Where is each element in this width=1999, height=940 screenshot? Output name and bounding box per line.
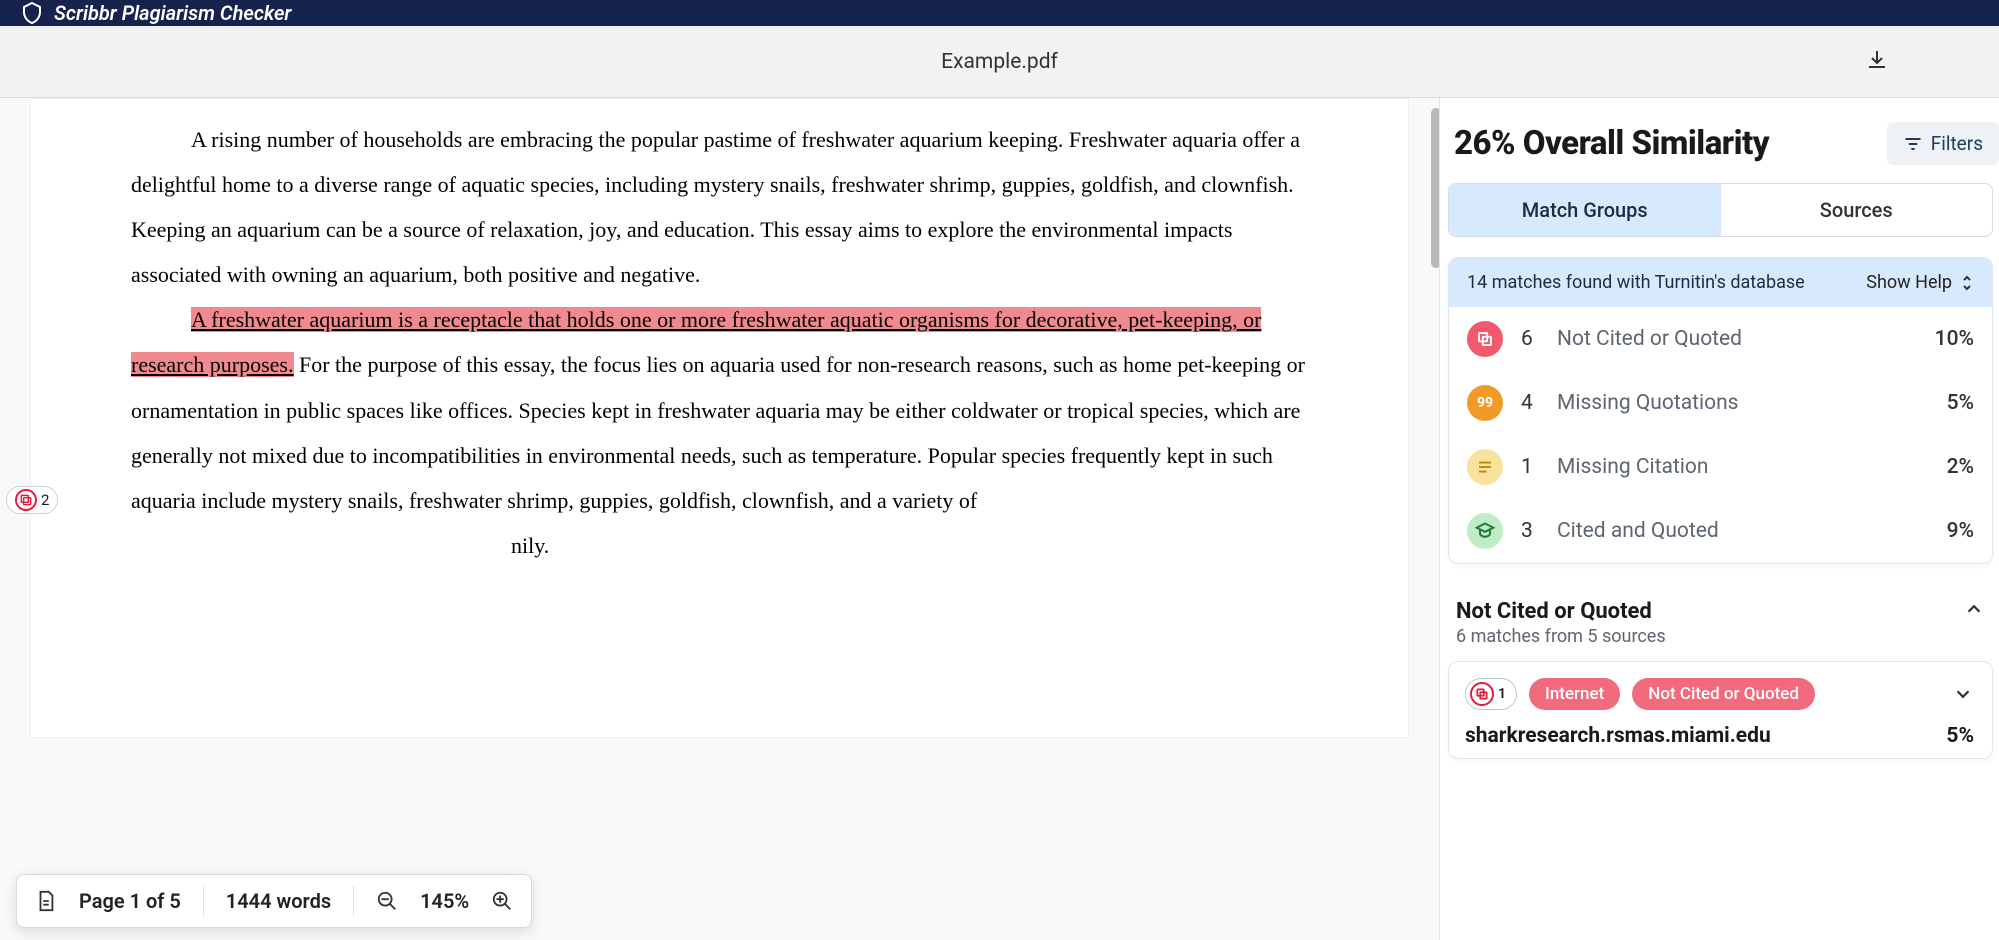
match-badge-number: 2 — [41, 491, 49, 509]
page-indicator: Page 1 of 5 — [79, 889, 181, 913]
page-icon — [35, 890, 57, 912]
group-percent: 2% — [1947, 455, 1974, 479]
group-row-cited-quoted[interactable]: 3 Cited and Quoted 9% — [1449, 499, 1992, 563]
source-url: sharkresearch.rsmas.miami.edu — [1465, 724, 1771, 748]
group-row-not-cited[interactable]: 6 Not Cited or Quoted 10% — [1449, 307, 1992, 371]
show-help-label: Show Help — [1866, 272, 1952, 293]
source-number: 1 — [1498, 686, 1506, 702]
group-label: Cited and Quoted — [1557, 519, 1929, 543]
pill-not-cited: Not Cited or Quoted — [1632, 678, 1815, 710]
chevron-up-icon — [1963, 598, 1985, 620]
pill-internet: Internet — [1529, 678, 1620, 710]
group-row-missing-quotations[interactable]: 99 4 Missing Quotations 5% — [1449, 371, 1992, 435]
filters-label: Filters — [1931, 132, 1983, 155]
group-label: Not Cited or Quoted — [1557, 327, 1917, 351]
sort-icon — [1960, 274, 1974, 292]
separator — [203, 886, 204, 916]
group-count: 4 — [1521, 391, 1539, 415]
paragraph-1: A rising number of households are embrac… — [131, 117, 1308, 297]
zoom-out-button[interactable] — [376, 890, 398, 912]
paragraph-2-tail: nily. — [131, 523, 1308, 568]
matches-found-text: 14 matches found with Turnitin's databas… — [1467, 272, 1805, 293]
zoom-in-icon — [491, 890, 513, 912]
tab-sources[interactable]: Sources — [1721, 184, 1993, 236]
app-header: Scribbr Plagiarism Checker — [0, 0, 1999, 26]
word-count: 1444 words — [226, 889, 331, 913]
badge-icon — [1467, 513, 1503, 549]
tab-match-groups[interactable]: Match Groups — [1449, 184, 1721, 236]
group-percent: 5% — [1947, 391, 1974, 415]
group-percent: 10% — [1935, 327, 1974, 351]
group-percent: 9% — [1947, 519, 1974, 543]
scrollbar[interactable] — [1431, 108, 1439, 268]
inline-match-badge[interactable]: 2 — [6, 486, 58, 514]
section-header[interactable]: Not Cited or Quoted — [1448, 592, 1999, 626]
source-percent: 5% — [1946, 724, 1974, 748]
similarity-title: 26% Overall Similarity — [1454, 124, 1769, 163]
download-icon — [1865, 48, 1889, 72]
similarity-panel: 26% Overall Similarity Filters Match Gro… — [1439, 98, 1999, 940]
chevron-down-icon[interactable] — [1952, 683, 1974, 705]
source-card[interactable]: 1 Internet Not Cited or Quoted sharkrese… — [1448, 661, 1993, 759]
section-title: Not Cited or Quoted — [1456, 599, 1652, 624]
source-number-badge: 1 — [1465, 678, 1517, 710]
file-bar: Example.pdf — [0, 26, 1999, 98]
document-toolbar: Page 1 of 5 1444 words 145% — [16, 874, 532, 928]
badge-icon — [1467, 321, 1503, 357]
group-row-missing-citation[interactable]: 1 Missing Citation 2% — [1449, 435, 1992, 499]
similarity-tabs: Match Groups Sources — [1448, 183, 1993, 237]
paragraph-2: A freshwater aquarium is a receptacle th… — [131, 297, 1308, 522]
badge-icon — [1467, 449, 1503, 485]
download-button[interactable] — [1865, 48, 1889, 76]
filter-icon — [1903, 134, 1923, 154]
show-help-button[interactable]: Show Help — [1866, 272, 1974, 293]
group-label: Missing Citation — [1557, 455, 1929, 479]
zoom-out-icon — [376, 890, 398, 912]
match-badge-icon — [15, 489, 37, 511]
section-subtitle: 6 matches from 5 sources — [1448, 626, 1999, 661]
match-groups-card: 14 matches found with Turnitin's databas… — [1448, 257, 1993, 564]
app-title: Scribbr Plagiarism Checker — [54, 1, 291, 25]
group-count: 1 — [1521, 455, 1539, 479]
group-label: Missing Quotations — [1557, 391, 1929, 415]
paragraph-2-rest: For the purpose of this essay, the focus… — [131, 352, 1305, 512]
group-count: 3 — [1521, 519, 1539, 543]
separator — [353, 886, 354, 916]
badge-icon: 99 — [1467, 385, 1503, 421]
filters-button[interactable]: Filters — [1887, 122, 1999, 165]
collapse-button[interactable] — [1963, 598, 1985, 624]
group-count: 6 — [1521, 327, 1539, 351]
zoom-in-button[interactable] — [491, 890, 513, 912]
shield-icon — [20, 1, 44, 25]
zoom-level: 145% — [420, 889, 469, 913]
file-name: Example.pdf — [941, 50, 1058, 74]
document-page: A rising number of households are embrac… — [30, 98, 1409, 738]
document-pane: A rising number of households are embrac… — [0, 98, 1439, 940]
